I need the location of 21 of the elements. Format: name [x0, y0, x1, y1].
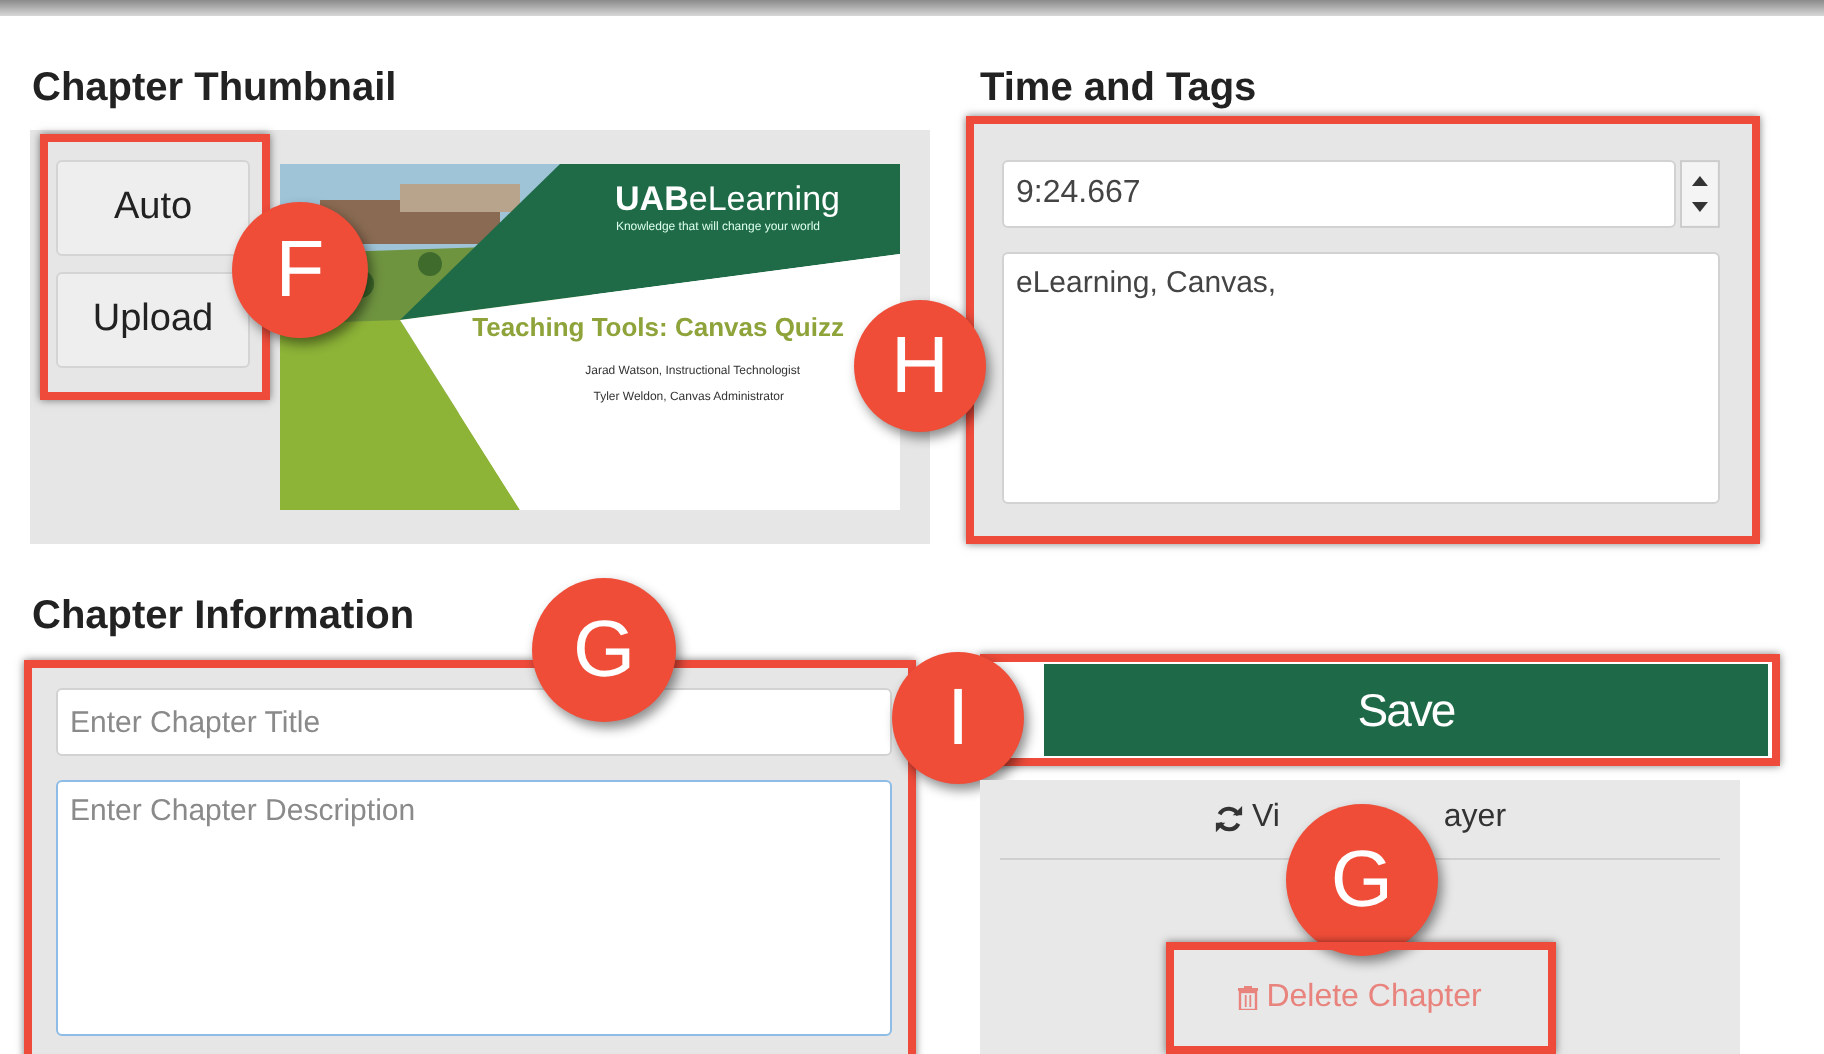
tags-field[interactable]: eLearning, Canvas,: [1002, 252, 1720, 504]
slide-logo: UABeLearning: [615, 180, 840, 220]
section-heading: Chapter Information: [30, 592, 417, 640]
view-link-text[interactable]: ayer: [1443, 800, 1507, 836]
callout-marker: I: [892, 652, 1024, 784]
callout-marker: G: [1285, 804, 1438, 956]
save-button[interactable]: Save: [1044, 664, 1768, 756]
spinner-icon[interactable]: [1680, 160, 1720, 228]
trash-icon: [1238, 986, 1259, 1010]
section-heading: Chapter Thumbnail: [30, 64, 399, 112]
upload-button[interactable]: Upload: [56, 272, 250, 368]
slide-title: Teaching Tools: Canvas Quizz: [472, 312, 844, 342]
description-field[interactable]: Enter Chapter Description: [56, 780, 892, 1036]
callout-marker: H: [854, 300, 986, 432]
time-field[interactable]: 9:24.667: [1002, 160, 1677, 228]
title-field[interactable]: Enter Chapter Title: [56, 688, 892, 756]
view-link-text[interactable]: Vi: [1251, 800, 1280, 836]
callout-marker: G: [532, 578, 676, 722]
section-heading: Time and Tags: [978, 64, 1259, 112]
refresh-icon: [1213, 803, 1244, 833]
auto-button[interactable]: Auto: [56, 160, 250, 256]
